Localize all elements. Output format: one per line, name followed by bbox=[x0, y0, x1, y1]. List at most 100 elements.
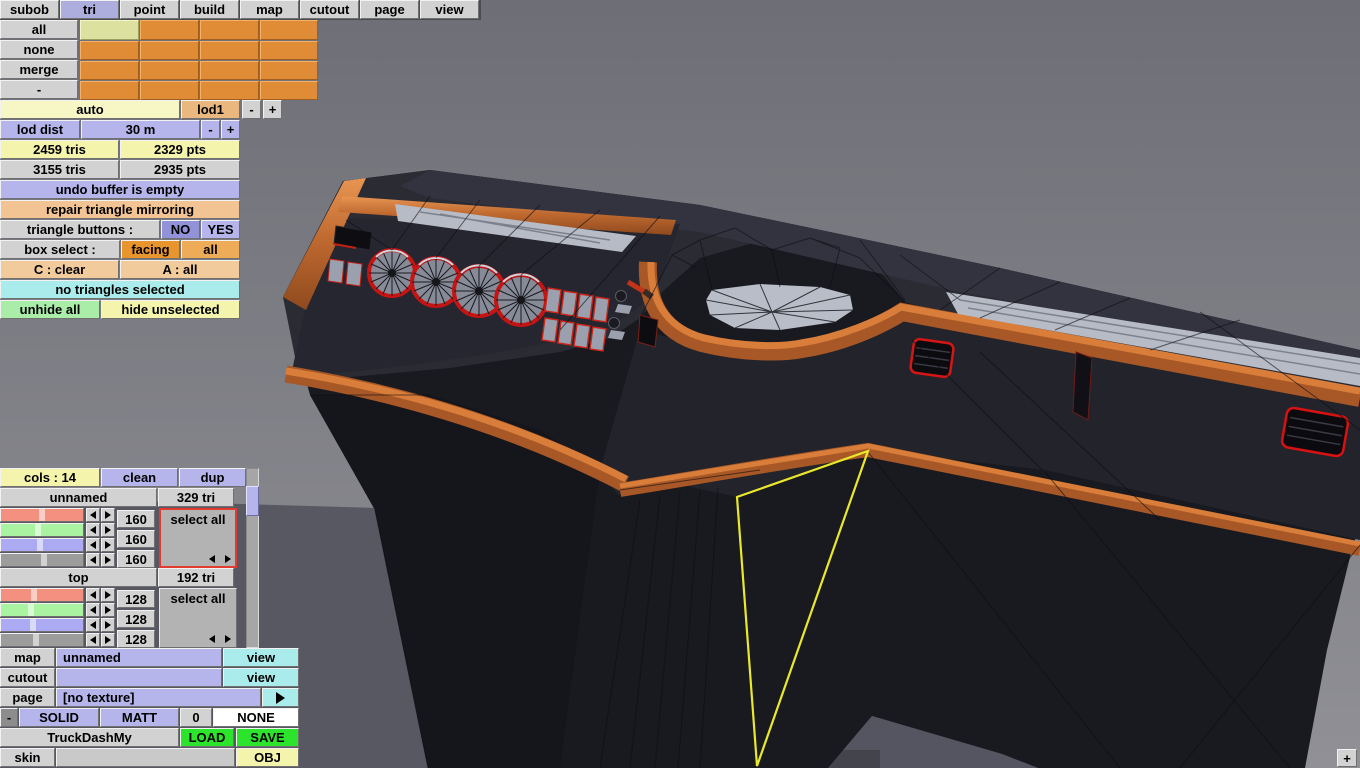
lod-dist-minus-button[interactable]: - bbox=[201, 120, 220, 139]
map-view-button[interactable]: view bbox=[223, 648, 299, 667]
gray-dec-button[interactable] bbox=[86, 553, 100, 567]
lod-dist-label[interactable]: lod dist bbox=[0, 120, 80, 139]
tab-build[interactable]: build bbox=[180, 0, 239, 19]
subob-cell[interactable] bbox=[200, 81, 259, 100]
page-label-button[interactable]: page bbox=[0, 688, 55, 707]
material-matt-button[interactable]: MATT bbox=[100, 708, 179, 727]
gray-inc-button[interactable] bbox=[101, 633, 115, 647]
subob-cell[interactable] bbox=[260, 61, 318, 80]
cols-count-button[interactable]: cols : 14 bbox=[0, 468, 100, 487]
unhide-all-button[interactable]: unhide all bbox=[0, 300, 100, 319]
tab-map[interactable]: map bbox=[240, 0, 299, 19]
tab-view[interactable]: view bbox=[420, 0, 479, 19]
load-button[interactable]: LOAD bbox=[180, 728, 234, 747]
tab-point[interactable]: point bbox=[120, 0, 179, 19]
subob-cell[interactable] bbox=[260, 81, 318, 100]
lod-dist-plus-button[interactable]: + bbox=[221, 120, 240, 139]
subob-minus-button[interactable]: - bbox=[0, 80, 78, 99]
tab-tri[interactable]: tri bbox=[60, 0, 119, 19]
blue-value[interactable]: 160 bbox=[117, 550, 155, 568]
box-select-all[interactable]: all bbox=[181, 240, 240, 259]
red-slider[interactable] bbox=[0, 588, 84, 602]
subob-cell[interactable] bbox=[80, 81, 139, 100]
page-next-button[interactable] bbox=[262, 688, 299, 707]
red-inc-button[interactable] bbox=[101, 588, 115, 602]
lod-plus-button[interactable]: + bbox=[263, 100, 282, 119]
subob-cell[interactable] bbox=[140, 20, 199, 40]
save-button[interactable]: SAVE bbox=[236, 728, 299, 747]
subob-cell[interactable] bbox=[140, 41, 199, 60]
subob-merge-button[interactable]: merge bbox=[0, 60, 78, 79]
red-inc-button[interactable] bbox=[101, 508, 115, 522]
subob-cell[interactable] bbox=[80, 41, 139, 60]
group-prev-button[interactable] bbox=[205, 632, 218, 645]
group-name-unnamed[interactable]: unnamed bbox=[0, 488, 157, 507]
lod-level-button[interactable]: lod1 bbox=[181, 100, 240, 119]
tab-cutout[interactable]: cutout bbox=[300, 0, 359, 19]
clean-button[interactable]: clean bbox=[101, 468, 178, 487]
subob-cell[interactable] bbox=[80, 20, 139, 40]
cutout-label-button[interactable]: cutout bbox=[0, 668, 55, 687]
red-value[interactable]: 128 bbox=[117, 590, 155, 608]
viewport-add-button[interactable]: + bbox=[1337, 749, 1357, 767]
gray-slider[interactable] bbox=[0, 553, 84, 567]
green-value[interactable]: 160 bbox=[117, 530, 155, 548]
blue-dec-button[interactable] bbox=[86, 618, 100, 632]
gray-inc-button[interactable] bbox=[101, 553, 115, 567]
obj-export-button[interactable]: OBJ bbox=[236, 748, 299, 767]
blue-slider[interactable] bbox=[0, 618, 84, 632]
subob-cell[interactable] bbox=[140, 61, 199, 80]
map-name-field[interactable]: unnamed bbox=[56, 648, 222, 667]
repair-mirroring-button[interactable]: repair triangle mirroring bbox=[0, 200, 240, 219]
blue-dec-button[interactable] bbox=[86, 538, 100, 552]
blue-slider[interactable] bbox=[0, 538, 84, 552]
triangle-buttons-no[interactable]: NO bbox=[161, 220, 200, 239]
key-all-button[interactable]: A : all bbox=[120, 260, 240, 279]
blue-inc-button[interactable] bbox=[101, 618, 115, 632]
blue-value[interactable]: 128 bbox=[117, 630, 155, 648]
green-inc-button[interactable] bbox=[101, 523, 115, 537]
subob-cell[interactable] bbox=[140, 81, 199, 100]
group-next-button[interactable] bbox=[221, 552, 234, 565]
green-value[interactable]: 128 bbox=[117, 610, 155, 628]
skin-label-button[interactable]: skin bbox=[0, 748, 55, 767]
green-inc-button[interactable] bbox=[101, 603, 115, 617]
group-name-top[interactable]: top bbox=[0, 568, 157, 587]
subob-none-button[interactable]: none bbox=[0, 40, 78, 59]
green-dec-button[interactable] bbox=[86, 523, 100, 537]
key-clear-button[interactable]: C : clear bbox=[0, 260, 119, 279]
red-dec-button[interactable] bbox=[86, 508, 100, 522]
group-prev-button[interactable] bbox=[205, 552, 218, 565]
lod-dist-value[interactable]: 30 m bbox=[81, 120, 200, 139]
red-dec-button[interactable] bbox=[86, 588, 100, 602]
collections-scrollbar-thumb[interactable] bbox=[246, 486, 259, 516]
cutout-view-button[interactable]: view bbox=[223, 668, 299, 687]
green-slider[interactable] bbox=[0, 603, 84, 617]
material-solid-button[interactable]: SOLID bbox=[19, 708, 99, 727]
undo-status[interactable]: undo buffer is empty bbox=[0, 180, 240, 199]
green-dec-button[interactable] bbox=[86, 603, 100, 617]
lod-auto-button[interactable]: auto bbox=[0, 100, 180, 119]
lod-minus-button[interactable]: - bbox=[242, 100, 261, 119]
group-next-button[interactable] bbox=[221, 632, 234, 645]
tab-subob[interactable]: subob bbox=[0, 0, 59, 19]
subob-cell[interactable] bbox=[260, 41, 318, 60]
gray-slider[interactable] bbox=[0, 633, 84, 647]
dup-button[interactable]: dup bbox=[179, 468, 246, 487]
gray-dec-button[interactable] bbox=[86, 633, 100, 647]
triangle-buttons-yes[interactable]: YES bbox=[201, 220, 240, 239]
blue-inc-button[interactable] bbox=[101, 538, 115, 552]
material-none-field[interactable]: NONE bbox=[213, 708, 299, 727]
green-slider[interactable] bbox=[0, 523, 84, 537]
cutout-name-field[interactable] bbox=[56, 668, 222, 687]
hide-unselected-button[interactable]: hide unselected bbox=[101, 300, 240, 319]
page-texture-field[interactable]: [no texture] bbox=[56, 688, 261, 707]
red-value[interactable]: 160 bbox=[117, 510, 155, 528]
red-slider[interactable] bbox=[0, 508, 84, 522]
model-name-button[interactable]: TruckDashMy bbox=[0, 728, 179, 747]
map-label-button[interactable]: map bbox=[0, 648, 55, 667]
subob-all-button[interactable]: all bbox=[0, 20, 78, 39]
subob-cell[interactable] bbox=[80, 61, 139, 80]
skin-name-field[interactable] bbox=[56, 748, 235, 767]
tab-page[interactable]: page bbox=[360, 0, 419, 19]
